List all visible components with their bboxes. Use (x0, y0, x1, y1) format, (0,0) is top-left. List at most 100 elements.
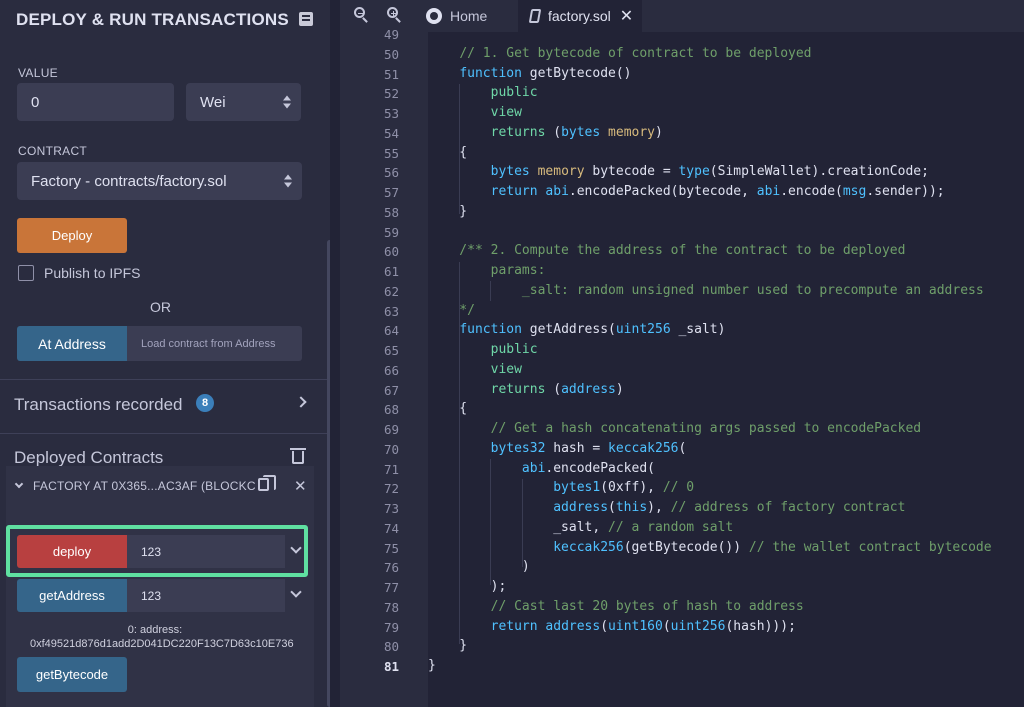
line-number: 63 (383, 303, 399, 319)
getbytecode-function-button[interactable]: getBytecode (17, 657, 127, 692)
getaddress-function-button[interactable]: getAddress (17, 579, 127, 612)
transactions-count-badge: 8 (196, 394, 214, 412)
or-separator: OR (150, 299, 171, 315)
code-line: public (490, 85, 538, 101)
panel-splitter[interactable] (330, 0, 340, 707)
line-number: 70 (383, 441, 399, 457)
line-number: 65 (383, 343, 399, 358)
tab-home-label: Home (450, 8, 488, 24)
line-number: 66 (383, 362, 399, 378)
line-number: 74 (383, 520, 399, 536)
code-line: ); (428, 579, 507, 594)
line-number: 69 (383, 422, 399, 437)
deployed-contracts-label: Deployed Contracts (14, 448, 164, 467)
code-line: _salt, // a random salt (428, 519, 734, 535)
code-line: ) (428, 559, 530, 575)
contract-select[interactable]: Factory - contracts/factory.sol (17, 162, 302, 200)
value-input[interactable]: 0 (17, 83, 174, 121)
docs-icon[interactable] (299, 12, 313, 26)
line-number: 52 (383, 86, 399, 102)
panel-title: DEPLOY & RUN TRANSACTIONS (16, 10, 289, 29)
line-number: 77 (383, 580, 399, 595)
editor-tab-bar: Home factory.sol ✕ (340, 0, 1024, 32)
line-number: 55 (383, 145, 399, 161)
highlight-box (6, 525, 308, 577)
publish-ipfs-checkbox[interactable] (18, 265, 34, 281)
tab-factory-sol[interactable]: factory.sol ✕ (518, 0, 642, 32)
code-line: view (490, 361, 522, 377)
zoom-out-icon[interactable] (354, 7, 365, 18)
unit-select-value: Wei (200, 93, 226, 111)
instance-header[interactable]: FACTORY AT 0X365...AC3AF (BLOCKC (33, 479, 256, 493)
line-number: 67 (383, 382, 399, 398)
at-address-button[interactable]: At Address (17, 326, 127, 361)
line-number: 75 (383, 540, 399, 556)
contract-label: CONTRACT (18, 144, 88, 158)
code-line: public (490, 342, 538, 357)
line-number: 79 (383, 619, 399, 635)
code-line: keccak256(getBytecode()) // the wallet c… (553, 539, 992, 555)
code-line: params: (428, 263, 546, 278)
line-number: 68 (383, 402, 399, 418)
code-line: address(this), // address of factory con… (553, 500, 906, 515)
code-line: _salt: random unsigned number used to pr… (428, 282, 984, 298)
line-number: 49 (383, 27, 399, 42)
code-line: bytes1(0xff), // 0 (553, 480, 695, 496)
code-line: } (428, 638, 468, 654)
publish-ipfs-label: Publish to IPFS (44, 265, 141, 281)
select-arrows-icon (284, 174, 292, 188)
code-line: bytes32 hash = keccak256( (490, 440, 687, 456)
chevron-down-icon[interactable] (14, 479, 24, 489)
line-number: 61 (383, 264, 399, 279)
line-number: 71 (383, 461, 399, 477)
load-contract-input[interactable]: Load contract from Address (127, 326, 302, 361)
deploy-run-panel: DEPLOY & RUN TRANSACTIONS VALUE 0 Wei CO… (0, 0, 330, 707)
divider (0, 379, 328, 380)
code-line: /** 2. Compute the address of the contra… (428, 243, 906, 259)
trash-icon[interactable] (290, 448, 306, 464)
tab-home[interactable]: Home (424, 0, 520, 32)
line-number: 53 (383, 106, 399, 121)
line-number: 56 (383, 165, 399, 181)
solidity-file-icon (528, 9, 542, 23)
select-arrows-icon (283, 95, 291, 109)
line-number: 72 (383, 481, 399, 497)
line-number: 50 (383, 46, 399, 62)
code-line: abi.encodePacked( (521, 460, 655, 476)
line-number: 57 (383, 185, 399, 200)
line-number: 54 (383, 125, 399, 141)
code-line: // Cast last 20 bytes of hash to address (490, 598, 804, 614)
line-number: 76 (383, 560, 399, 576)
close-icon[interactable]: ✕ (294, 477, 307, 495)
code-line: function getAddress(uint256 _salt) (459, 322, 726, 338)
copy-icon[interactable] (258, 475, 276, 491)
unit-select[interactable]: Wei (186, 83, 301, 121)
line-number: 58 (383, 204, 399, 220)
line-number: 78 (383, 599, 399, 615)
code-line: */ (428, 302, 475, 318)
code-line: returns (address) (490, 381, 624, 397)
tab-factory-sol-label: factory.sol (548, 8, 611, 24)
line-number: 60 (383, 244, 399, 260)
code-line: } (428, 203, 468, 219)
transactions-recorded-label[interactable]: Transactions recorded (14, 395, 183, 415)
line-number: 73 (383, 501, 399, 516)
code-line: { (428, 401, 468, 417)
code-line: } (428, 658, 436, 673)
line-number: 64 (383, 323, 399, 339)
code-line: return address(uint160(uint256(hash))); (490, 618, 796, 634)
getaddress-arg-input[interactable]: 123 (127, 579, 285, 612)
line-number: 80 (383, 639, 399, 655)
value-label: VALUE (18, 66, 58, 80)
code-line: // 1. Get bytecode of contract to be dep… (459, 45, 812, 61)
zoom-in-icon[interactable] (387, 7, 398, 18)
remix-logo-icon (426, 8, 442, 24)
chevron-right-icon[interactable] (295, 396, 307, 408)
deploy-button[interactable]: Deploy (17, 218, 127, 253)
close-icon[interactable]: ✕ (620, 6, 633, 26)
code-line: return abi.encodePacked(bytecode, abi.en… (490, 184, 945, 199)
line-number: 51 (383, 66, 399, 82)
code-line: { (428, 144, 468, 160)
getaddress-output: 0: address: 0xf49521d876d1add2D041DC220F… (30, 624, 294, 650)
contract-select-value: Factory - contracts/factory.sol (31, 172, 227, 190)
